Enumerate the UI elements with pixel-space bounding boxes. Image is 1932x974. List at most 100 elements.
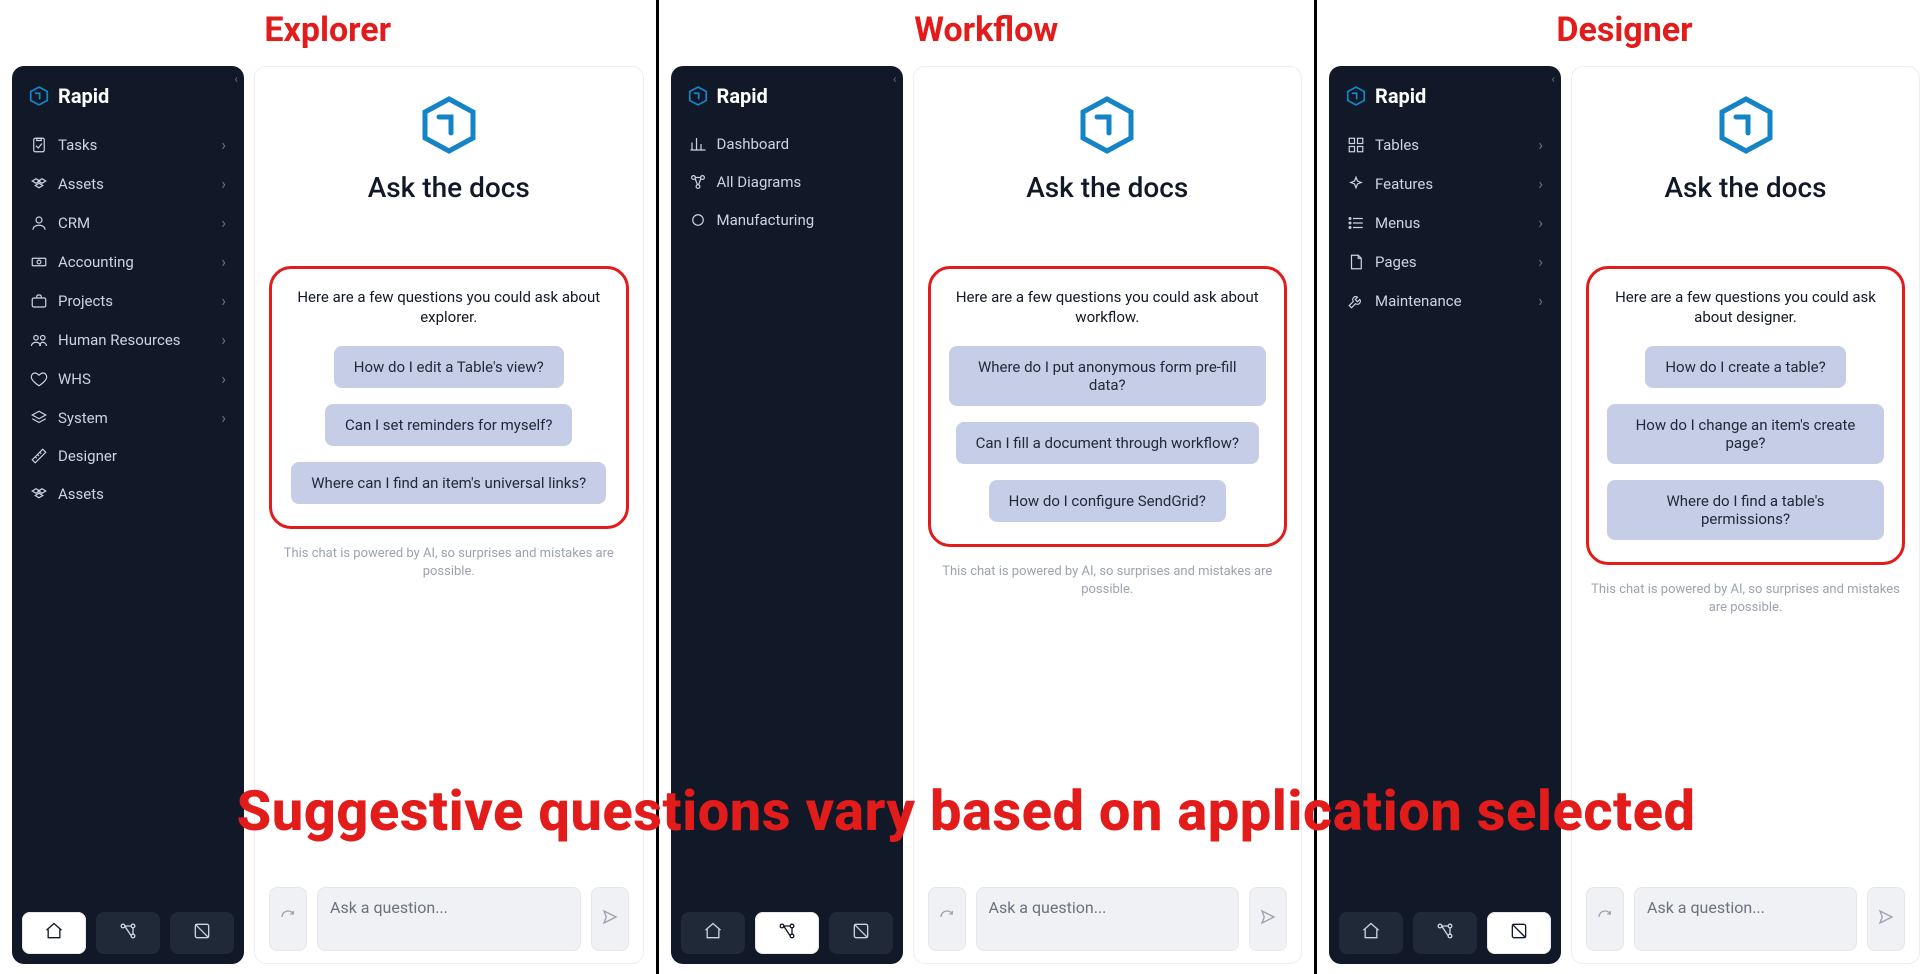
chat-panel: Ask the docsHere are a few questions you… [254, 66, 644, 964]
question-input[interactable] [317, 887, 581, 951]
sidebar-item-projects[interactable]: Projects› [22, 282, 234, 319]
send-button[interactable] [1249, 887, 1287, 951]
home-icon [44, 921, 64, 945]
hero-title: Ask the docs [1026, 171, 1188, 204]
suggestion-chip[interactable]: Where do I put anonymous form pre-fill d… [949, 346, 1267, 406]
chevron-right-icon: › [221, 135, 226, 154]
chevron-right-icon: › [221, 291, 226, 310]
refresh-icon [279, 908, 297, 930]
suggestion-chip[interactable]: How do I create a table? [1645, 346, 1845, 388]
sidebar-item-dashboard[interactable]: Dashboard [681, 126, 893, 162]
suggestion-chip[interactable]: Can I fill a document through workflow? [956, 422, 1259, 464]
suggestion-chip[interactable]: How do I edit a Table's view? [334, 346, 564, 388]
app-frame: ‹RapidTasks›Assets›CRM›Accounting›Projec… [12, 66, 644, 964]
sidebar-item-menus[interactable]: Menus› [1339, 204, 1551, 241]
sidebar-item-system[interactable]: System › [22, 399, 234, 436]
sidebar-item-manufacturing[interactable]: Manufacturing [681, 202, 893, 238]
ai-disclaimer: This chat is powered by AI, so surprises… [269, 545, 629, 581]
suggestions-box: Here are a few questions you could ask a… [928, 266, 1288, 547]
heart-icon [30, 370, 48, 388]
ai-disclaimer: This chat is powered by AI, so surprises… [928, 563, 1288, 599]
banknote-icon [30, 253, 48, 271]
sidebar-item-crm[interactable]: CRM› [22, 204, 234, 241]
explorer-switch-button[interactable] [681, 912, 745, 954]
sidebar-collapse-handle[interactable]: ‹ [234, 72, 238, 86]
brand-logo-icon [687, 85, 709, 107]
hero-title: Ask the docs [1664, 171, 1826, 204]
app-frame: ‹RapidDashboard All Diagrams Manufacturing… [671, 66, 1303, 964]
chevron-right-icon: › [221, 408, 226, 427]
new-chat-button[interactable] [1586, 887, 1624, 951]
sidebar-item-human-resources[interactable]: Human Resources› [22, 321, 234, 358]
suggestions-intro: Here are a few questions you could ask a… [290, 287, 608, 328]
sidebar-item-all-diagrams[interactable]: All Diagrams [681, 164, 893, 200]
sidebar-item-label: Pages [1375, 253, 1528, 271]
sidebar-collapse-handle[interactable]: ‹ [1551, 72, 1555, 86]
sidebar-collapse-handle[interactable]: ‹ [893, 72, 897, 86]
workflow-switch-button[interactable] [1413, 912, 1477, 954]
designer-switch-button[interactable] [829, 912, 893, 954]
designer-icon [1509, 921, 1529, 945]
cubes-icon [30, 485, 48, 503]
hero-logo-icon [1075, 93, 1139, 157]
send-button[interactable] [591, 887, 629, 951]
question-input[interactable] [976, 887, 1240, 951]
sidebar-footer [1339, 900, 1551, 954]
sidebar-item-accounting[interactable]: Accounting› [22, 243, 234, 280]
cubes-icon [30, 175, 48, 193]
sidebar-item-label: All Diagrams [717, 173, 885, 191]
suggestion-chip[interactable]: How do I configure SendGrid? [989, 480, 1226, 522]
suggestion-chip[interactable]: Can I set reminders for myself? [325, 404, 572, 446]
list-icon [1347, 214, 1365, 232]
page-icon [1347, 253, 1365, 271]
brand[interactable]: Rapid [1339, 80, 1551, 126]
designer-icon [192, 921, 212, 945]
sidebar: ‹RapidTasks›Assets›CRM›Accounting›Projec… [12, 66, 244, 964]
brand-logo-icon [28, 85, 50, 107]
send-icon [1877, 908, 1895, 930]
sidebar-item-whs[interactable]: WHS› [22, 360, 234, 397]
designer-switch-button[interactable] [170, 912, 234, 954]
suggestion-chip[interactable]: Where do I find a table's permissions? [1607, 480, 1884, 540]
chevron-right-icon: › [1538, 291, 1543, 310]
designer-switch-button[interactable] [1487, 912, 1551, 954]
sidebar-item-tables[interactable]: Tables› [1339, 126, 1551, 163]
home-icon [703, 921, 723, 945]
sparkle-icon [1347, 175, 1365, 193]
new-chat-button[interactable] [928, 887, 966, 951]
send-button[interactable] [1867, 887, 1905, 951]
input-row [269, 887, 629, 951]
sidebar-nav: Tasks›Assets›CRM›Accounting›Projects›Hum… [22, 126, 234, 900]
chevron-right-icon: › [221, 213, 226, 232]
sidebar-item-label: System [58, 409, 211, 427]
suggestion-chip[interactable]: How do I change an item's create page? [1607, 404, 1884, 464]
new-chat-button[interactable] [269, 887, 307, 951]
workflow-switch-button[interactable] [96, 912, 160, 954]
explorer-switch-button[interactable] [1339, 912, 1403, 954]
suggestion-chip[interactable]: Where can I find an item's universal lin… [291, 462, 606, 504]
app-frame: ‹RapidTables›Features›Menus›Pages›Mainte… [1329, 66, 1920, 964]
chevron-right-icon: › [1538, 135, 1543, 154]
sidebar-item-pages[interactable]: Pages › [1339, 243, 1551, 280]
sidebar-item-maintenance[interactable]: Maintenance› [1339, 282, 1551, 319]
sidebar-item-designer[interactable]: Designer [22, 438, 234, 474]
sidebar-item-assets[interactable]: Assets› [22, 165, 234, 202]
designer-icon [851, 921, 871, 945]
sidebar-item-assets[interactable]: Assets [22, 476, 234, 512]
hero: Ask the docs [928, 85, 1288, 204]
chevron-right-icon: › [1538, 252, 1543, 271]
sidebar-item-label: Assets [58, 175, 211, 193]
ruler-icon [30, 447, 48, 465]
person-icon [30, 214, 48, 232]
workflow-switch-button[interactable] [755, 912, 819, 954]
sidebar-item-features[interactable]: Features› [1339, 165, 1551, 202]
send-icon [601, 908, 619, 930]
brand[interactable]: Rapid [22, 80, 234, 126]
sidebar-item-tasks[interactable]: Tasks› [22, 126, 234, 163]
brand[interactable]: Rapid [681, 80, 893, 126]
send-icon [1259, 908, 1277, 930]
sidebar-item-label: Menus [1375, 214, 1528, 232]
question-input[interactable] [1634, 887, 1857, 951]
explorer-switch-button[interactable] [22, 912, 86, 954]
column-title: Designer [1329, 10, 1920, 50]
